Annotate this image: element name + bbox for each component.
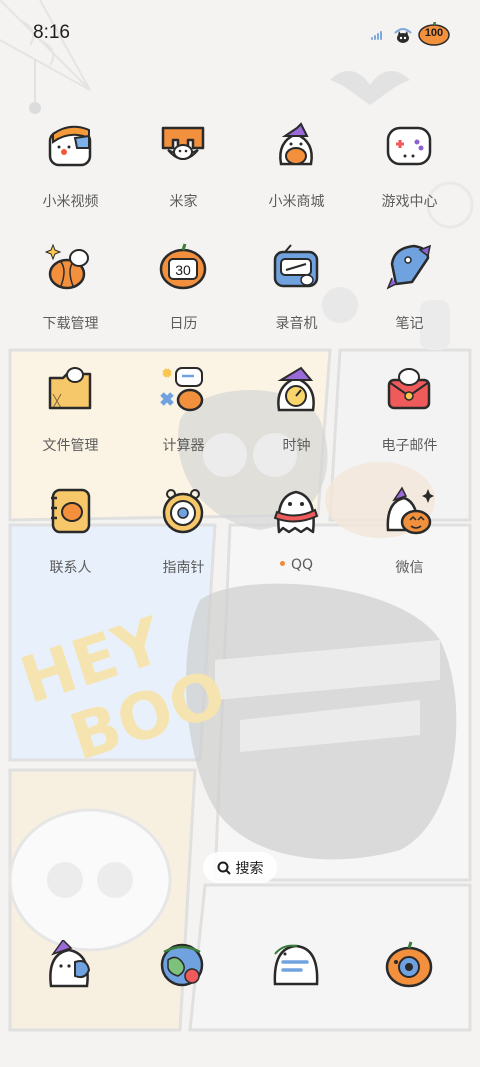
video-ghost-icon xyxy=(48,125,92,167)
wifi-cat-icon xyxy=(394,28,412,43)
dock-app-messages[interactable] xyxy=(240,940,353,1000)
ghost-message-icon xyxy=(273,944,319,986)
app-label: 时钟 xyxy=(282,438,311,454)
app-label: 指南针 xyxy=(162,560,205,576)
app-label: 日历 xyxy=(169,316,198,332)
calendar-date: 30 xyxy=(175,262,191,278)
pumpkin-download-icon xyxy=(45,243,89,290)
app-label: 米家 xyxy=(169,194,198,210)
app-label: 录音机 xyxy=(275,316,318,332)
pumpkin-camera-icon xyxy=(385,941,433,988)
app-game-center[interactable]: 游戏中心 xyxy=(353,120,466,232)
battery-level: 100 xyxy=(424,27,444,39)
witch-ghost-clock-icon xyxy=(277,366,315,412)
dock-app-browser[interactable] xyxy=(127,940,240,1000)
app-label: 小米商城 xyxy=(268,194,325,210)
status-time: 8:16 xyxy=(33,22,70,43)
app-mi-store[interactable]: 小米商城 xyxy=(240,120,353,232)
app-calculator[interactable]: 计算器 xyxy=(127,364,240,476)
ghost-phone-icon xyxy=(49,940,91,988)
dock xyxy=(14,940,466,1000)
app-file-manager[interactable]: 文件管理 xyxy=(14,364,127,476)
app-clock[interactable]: 时钟 xyxy=(240,364,353,476)
search-icon xyxy=(217,861,231,875)
app-label: 小米视频 xyxy=(42,194,99,210)
mijia-m-icon xyxy=(161,126,205,160)
app-mijia[interactable]: 米家 xyxy=(127,120,240,232)
status-bar: 8:16 100 xyxy=(0,0,480,66)
dock-app-camera[interactable] xyxy=(353,940,466,1000)
witch-ghost-pumpkin-icon xyxy=(279,122,313,166)
app-recorder[interactable]: 录音机 xyxy=(240,242,353,354)
app-label: QQ xyxy=(240,557,353,573)
app-label: 微信 xyxy=(395,560,424,576)
app-mi-video[interactable]: 小米视频 xyxy=(14,120,127,232)
dock-app-phone[interactable] xyxy=(14,940,127,1000)
compass-icon xyxy=(162,489,204,534)
contacts-book-icon xyxy=(51,488,91,534)
app-notes[interactable]: 笔记 xyxy=(353,242,466,354)
signal-icon xyxy=(371,30,385,40)
radio-recorder-icon xyxy=(273,244,319,288)
ghost-scarf-icon xyxy=(273,490,319,534)
app-label: 下载管理 xyxy=(42,316,99,332)
app-label: 游戏中心 xyxy=(381,194,438,210)
app-label: 笔记 xyxy=(395,316,424,332)
app-contacts[interactable]: 联系人 xyxy=(14,486,127,598)
gamepad-ghost-icon xyxy=(386,126,432,166)
folder-ghost-icon xyxy=(48,367,92,410)
app-calendar[interactable]: 30 日历 xyxy=(127,242,240,354)
rocket-note-icon xyxy=(386,244,432,290)
battery-indicator: 100 xyxy=(418,22,450,46)
app-qq[interactable]: QQ xyxy=(240,486,353,598)
app-compass[interactable]: 指南针 xyxy=(127,486,240,598)
app-label: 计算器 xyxy=(162,438,205,454)
app-email[interactable]: 电子邮件 xyxy=(353,364,466,476)
app-label: 联系人 xyxy=(49,560,92,576)
envelope-icon xyxy=(387,368,431,410)
ghost-pumpkin-icon xyxy=(386,486,434,535)
app-download-manager[interactable]: 下载管理 xyxy=(14,242,127,354)
new-notification-dot xyxy=(279,560,285,566)
globe-browser-icon xyxy=(160,943,204,987)
app-label: 文件管理 xyxy=(42,438,99,454)
pumpkin-calendar-icon: 30 xyxy=(159,243,207,290)
search-label: 搜索 xyxy=(235,860,264,877)
app-label: 电子邮件 xyxy=(381,438,438,454)
calculator-pumpkin-icon xyxy=(160,367,204,412)
search-button[interactable]: 搜索 xyxy=(203,852,277,883)
app-wechat[interactable]: 微信 xyxy=(353,486,466,598)
